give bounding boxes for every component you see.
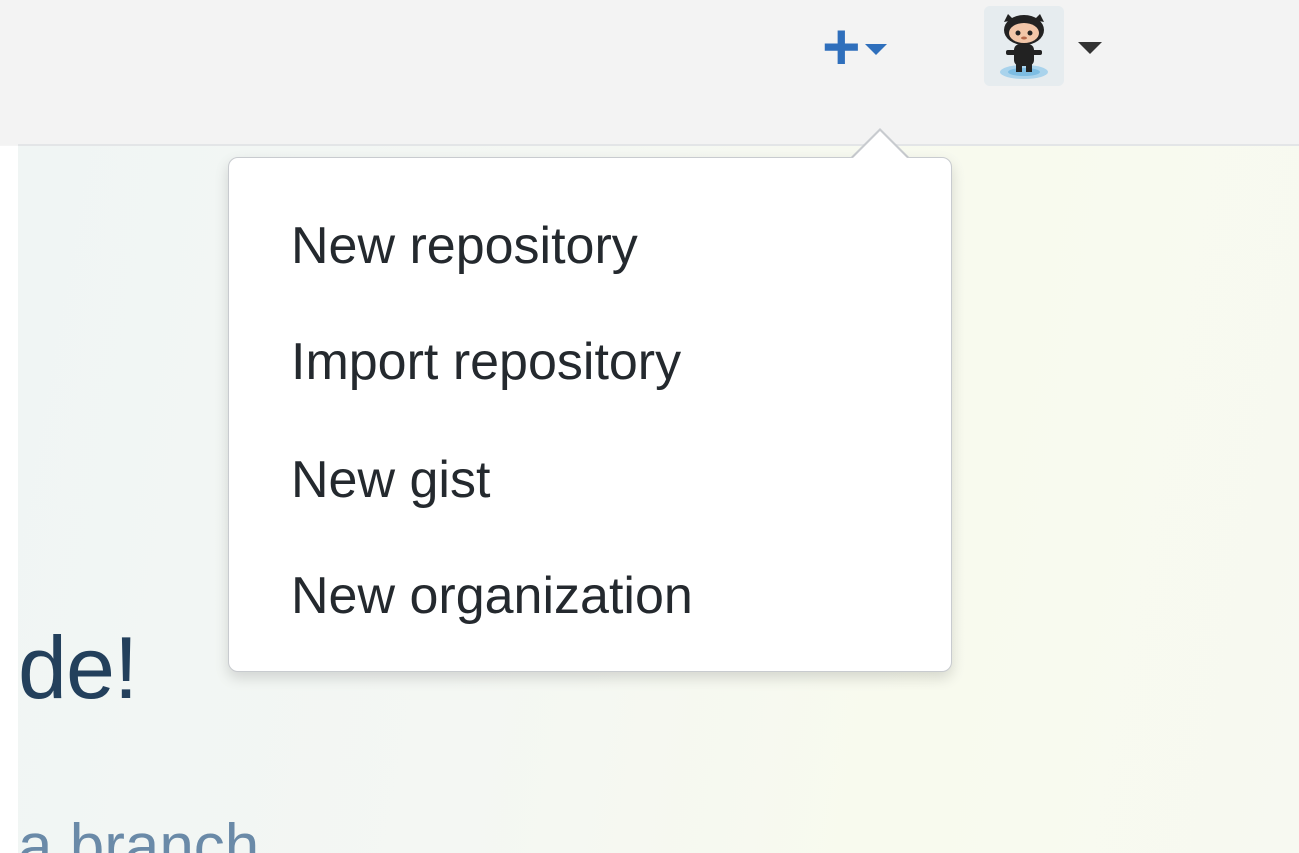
hero-title: de! [18, 618, 138, 717]
menu-item-new-organization[interactable]: New organization [291, 570, 693, 622]
user-menu-button[interactable] [984, 6, 1124, 86]
octocat-icon [984, 6, 1064, 86]
page: de! a branch, + New repository Import re… [0, 0, 1299, 853]
avatar [984, 6, 1064, 86]
page-left-edge [0, 146, 18, 853]
plus-icon: + [822, 9, 861, 83]
chevron-down-icon [864, 43, 887, 55]
dropdown-pointer [852, 131, 908, 159]
menu-item-new-gist[interactable]: New gist [291, 454, 490, 506]
create-new-button[interactable]: + [822, 13, 922, 79]
menu-item-new-repository[interactable]: New repository [291, 220, 638, 272]
chevron-down-icon [1078, 42, 1102, 54]
create-new-dropdown: New repository Import repository New gis… [228, 157, 952, 672]
hero-subtitle: a branch, [18, 812, 277, 853]
menu-item-import-repository[interactable]: Import repository [291, 336, 681, 388]
